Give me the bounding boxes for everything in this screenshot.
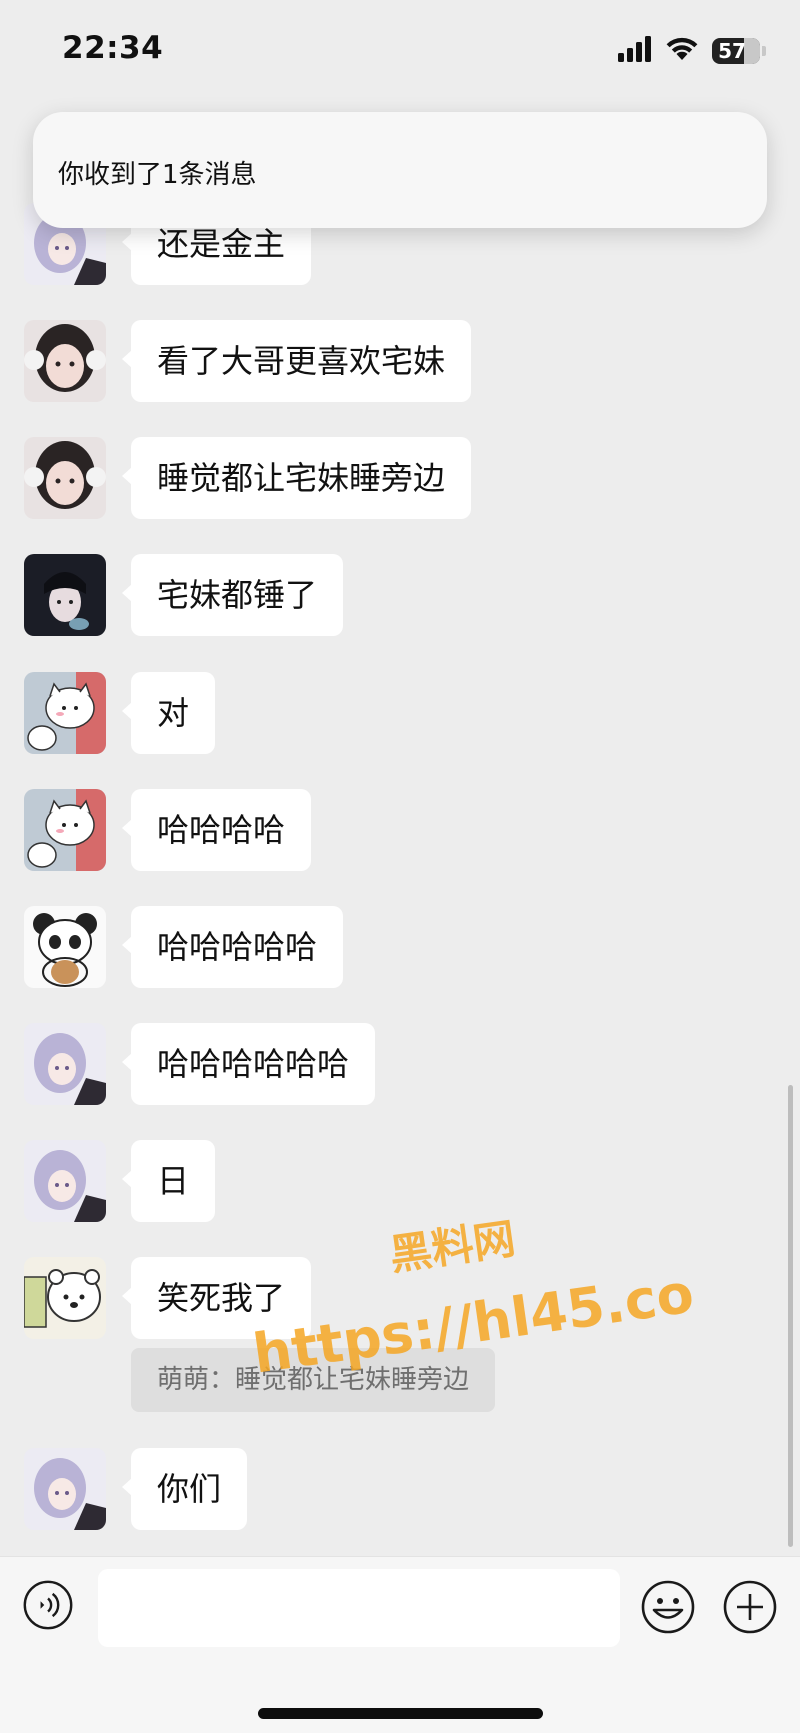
- message-input[interactable]: [98, 1569, 620, 1647]
- panda-avatar[interactable]: [24, 906, 106, 988]
- watermark-line1: 黑料网: [387, 1214, 519, 1280]
- wifi-icon: [666, 37, 698, 60]
- cellular-signal-icon: [618, 36, 651, 62]
- input-bar: [0, 1556, 800, 1733]
- message-bubble[interactable]: 笑死我了: [121, 1257, 312, 1339]
- message-bubble[interactable]: 你们: [121, 1448, 248, 1530]
- girl-photo-avatar[interactable]: [24, 320, 106, 402]
- home-indicator[interactable]: [258, 1708, 543, 1719]
- battery-level: 57: [718, 39, 746, 63]
- anime-girl-avatar[interactable]: [24, 1448, 106, 1530]
- status-time: 22:34: [62, 30, 164, 66]
- scrollbar[interactable]: [788, 1085, 793, 1547]
- message-bubble[interactable]: 哈哈哈哈哈哈: [121, 1023, 376, 1105]
- bear-cartoon-avatar[interactable]: [24, 1257, 106, 1339]
- plus-icon[interactable]: [722, 1579, 778, 1635]
- cartoon-cat-avatar[interactable]: [24, 789, 106, 871]
- message-bubble[interactable]: 宅妹都锤了: [121, 554, 344, 636]
- message-bubble[interactable]: 看了大哥更喜欢宅妹: [121, 320, 472, 402]
- anime-girl-avatar[interactable]: [24, 1023, 106, 1105]
- message-bubble[interactable]: 日: [121, 1140, 216, 1222]
- message-bubble[interactable]: 对: [121, 672, 216, 754]
- notification-banner[interactable]: 你收到了1条消息: [33, 112, 767, 228]
- message-bubble[interactable]: 睡觉都让宅妹睡旁边: [121, 437, 472, 519]
- anime-girl-avatar[interactable]: [24, 1140, 106, 1222]
- status-bar: 22:34 57: [0, 0, 800, 100]
- watermark: 黑料网 https://hl45.co: [249, 1214, 697, 1386]
- message-bubble[interactable]: 哈哈哈哈: [121, 789, 312, 871]
- emoji-icon[interactable]: [640, 1579, 696, 1635]
- notification-text: 你收到了1条消息: [58, 160, 257, 190]
- cartoon-cat-avatar[interactable]: [24, 672, 106, 754]
- quoted-reply[interactable]: 萌萌：睡觉都让宅妹睡旁边: [131, 1348, 496, 1412]
- battery-icon: 57: [712, 38, 760, 64]
- dark-hair-girl-avatar[interactable]: [24, 554, 106, 636]
- voice-icon[interactable]: [22, 1579, 74, 1631]
- message-bubble[interactable]: 哈哈哈哈哈: [121, 906, 344, 988]
- girl-photo-avatar[interactable]: [24, 437, 106, 519]
